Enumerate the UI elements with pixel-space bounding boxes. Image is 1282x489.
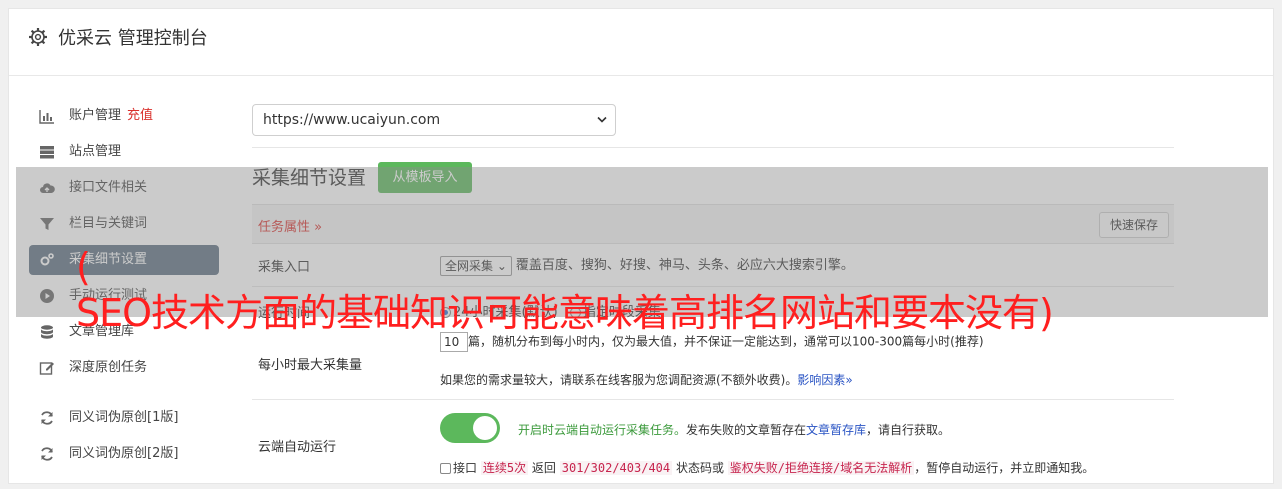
row-label: 云端自动运行 xyxy=(258,440,337,455)
cloud-desc-text2: ，请自行获取。 xyxy=(866,423,951,437)
bar-chart-icon xyxy=(39,110,54,124)
gear-icon xyxy=(29,28,47,46)
refresh-icon xyxy=(41,447,53,461)
server-icon xyxy=(40,146,54,159)
notify-checkbox[interactable] xyxy=(440,463,451,474)
notify-mid1: 返回 xyxy=(531,461,556,475)
cloud-notify: 接口 连续5次 返回 301/302/403/404 状态码或 鉴权失败/拒绝连… xyxy=(440,459,1094,476)
sidebar-item-label: 账户管理 xyxy=(69,108,122,123)
code-status: 301/302/403/404 xyxy=(559,461,673,475)
header: 优采云 管理控制台 xyxy=(9,9,1273,76)
per-hour-desc2: 如果您的需求量较大，请联系在线客服为您调配资源(不额外收费)。 xyxy=(440,373,798,387)
toggle-knob xyxy=(473,416,497,440)
row-cloud: 云端自动运行 开启时云端自动运行采集任务。发布失败的文章暂存在文章暂存库，请自行… xyxy=(252,399,1174,489)
page-title: 优采云 管理控制台 xyxy=(58,28,208,49)
site-select-value: https://www.ucaiyun.com xyxy=(263,112,441,128)
per-hour-desc1: 篇，随机分布到每小时内，仅为最大值，并不保证一定能达到，通常可以100-300篇… xyxy=(468,334,984,349)
sidebar-item-label: 同义词伪原创[2版] xyxy=(69,446,179,461)
cloud-desc-text1: 发布失败的文章暂存在 xyxy=(686,423,807,437)
code-errors: 鉴权失败/拒绝连接/域名无法解析 xyxy=(727,461,915,475)
database-icon xyxy=(41,325,53,339)
cloud-desc-green: 开启时云端自动运行采集任务。 xyxy=(518,423,687,437)
notify-prefix: 接口 xyxy=(453,461,478,475)
sidebar-item-deep-original[interactable]: 深度原创任务 xyxy=(29,353,219,383)
sidebar-item-synonym-v2[interactable]: 同义词伪原创[2版] xyxy=(29,439,219,469)
sidebar-item-label: 站点管理 xyxy=(69,144,122,159)
notify-mid2: 状态码或 xyxy=(675,461,724,475)
recharge-link[interactable]: 充值 xyxy=(127,108,153,123)
sidebar-item-label: 深度原创任务 xyxy=(69,360,148,375)
site-select[interactable]: https://www.ucaiyun.com xyxy=(252,104,616,136)
impact-factors-link[interactable]: 影响因素» xyxy=(797,373,852,387)
sidebar-divider xyxy=(29,389,219,403)
notify-tail: ，暂停自动运行，并立即通知我。 xyxy=(914,461,1095,475)
divider xyxy=(252,147,1174,148)
edit-icon xyxy=(39,362,54,375)
per-hour-line2: 如果您的需求量较大，请联系在线客服为您调配资源(不额外收费)。影响因素» xyxy=(440,371,853,388)
sidebar-item-label: 同义词伪原创[1版] xyxy=(69,410,179,425)
cloud-auto-toggle[interactable] xyxy=(440,413,500,443)
sidebar-item-synonym-v1[interactable]: 同义词伪原创[1版] xyxy=(29,403,219,433)
sidebar-item-sites[interactable]: 站点管理 xyxy=(29,137,219,167)
row-label: 每小时最大采集量 xyxy=(258,358,363,373)
overlay-caption: ( SEO技术方面的基础知识可能意味着高排名网站和要本没有) xyxy=(76,245,1054,335)
refresh-icon xyxy=(41,411,53,425)
cloud-desc: 开启时云端自动运行采集任务。发布失败的文章暂存在文章暂存库，请自行获取。 xyxy=(518,421,950,438)
sidebar-item-account[interactable]: 账户管理 充值 xyxy=(29,101,219,131)
row-per-hour: 每小时最大采集量 10 篇，随机分布到每小时内，仅为最大值，并不保证一定能达到，通… xyxy=(252,326,1174,400)
article-temp-link[interactable]: 文章暂存库 xyxy=(806,423,866,437)
chevron-down-icon xyxy=(597,116,607,123)
code-consecutive: 连续5次 xyxy=(480,461,529,475)
